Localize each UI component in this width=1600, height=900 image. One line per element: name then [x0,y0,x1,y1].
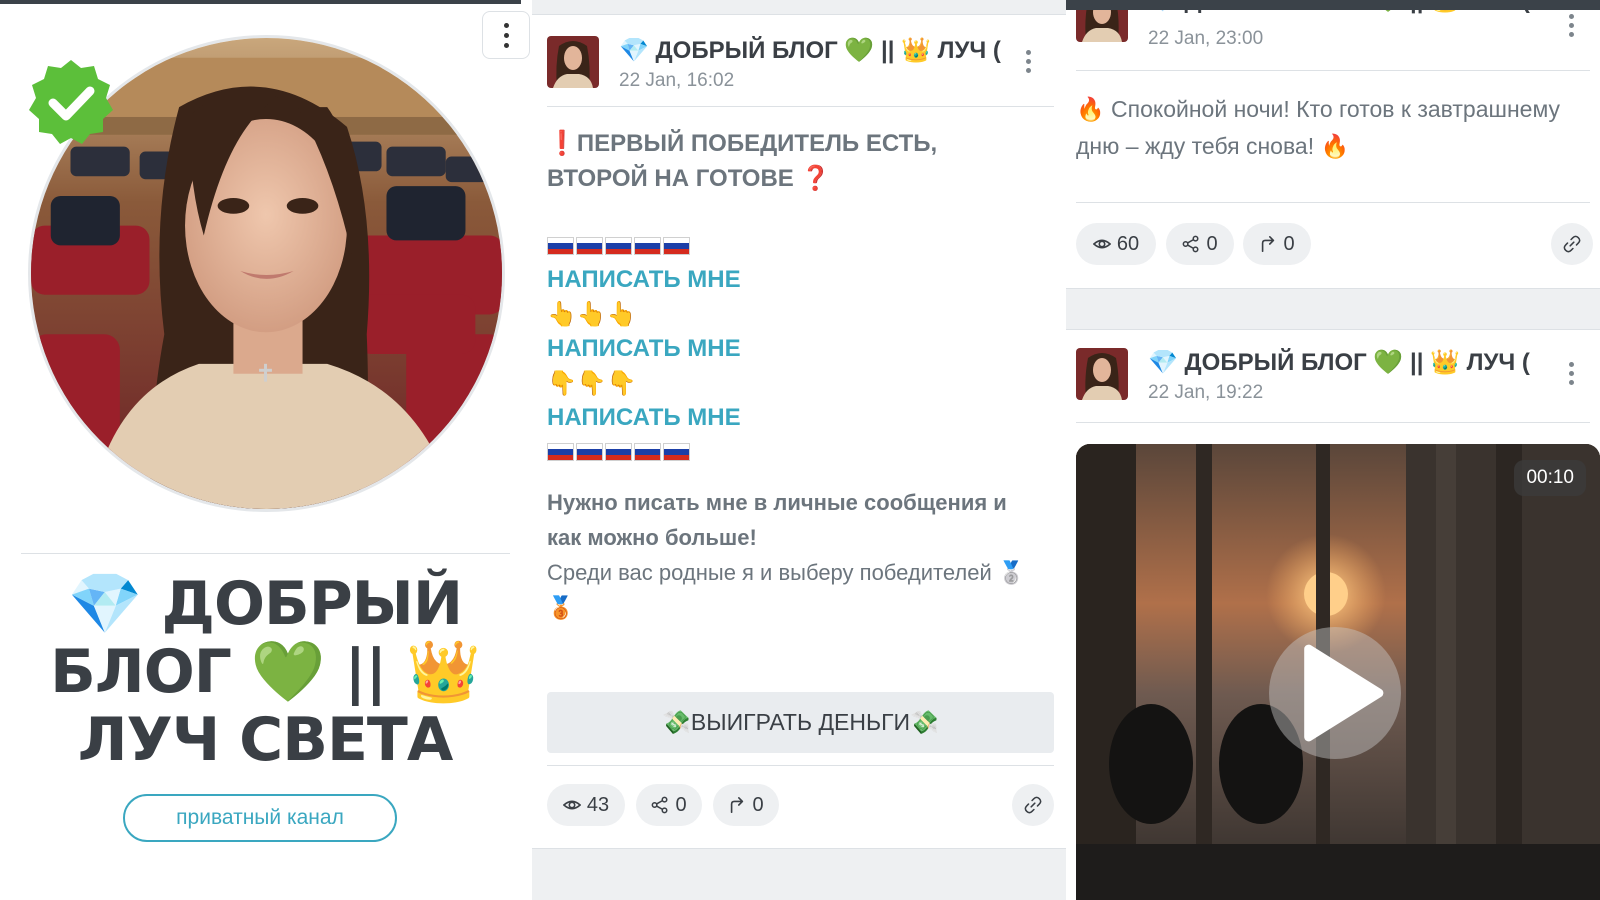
post-menu-kebab-icon[interactable] [1569,362,1575,385]
post-text: 🔥 Спокойной ночи! Кто готов к завтрашнем… [1076,96,1561,159]
video-player[interactable]: 00:10 [1076,444,1600,900]
views-counter[interactable]: 60 [1076,223,1156,265]
write-me-link[interactable]: НАПИСАТЬ МНЕ [547,332,1037,366]
views-counter[interactable]: 43 [547,784,625,826]
link-icon [1563,235,1581,253]
divider [547,765,1054,766]
shares-count: 0 [675,793,687,816]
write-me-link[interactable]: НАПИСАТЬ МНЕ [547,263,1037,297]
post-header: 💎 ДОБРЫЙ БЛОГ 💚 || 👑 ЛУЧ ( 22 Jan, 19:22 [1076,348,1576,404]
post-text: Среди вас родные я и выберу победителей … [547,560,1026,620]
russia-flag-icon [663,443,690,461]
russia-flag-icon [547,237,574,255]
share-icon [1183,235,1199,253]
verified-badge-icon [29,60,113,144]
shares-counter[interactable]: 0 [636,784,702,826]
avatar[interactable] [1076,348,1128,400]
private-channel-badge[interactable]: приватный канал [123,794,397,842]
russia-flag-icon [605,443,632,461]
forwards-count: 0 [1283,232,1295,255]
top-bar [0,0,521,4]
kebab-icon [503,22,509,28]
post-menu-kebab-icon[interactable] [1026,50,1032,73]
link-icon [1024,796,1042,814]
eye-icon [562,800,581,810]
play-button[interactable] [1269,627,1401,759]
russia-flag-icon [576,443,603,461]
views-count: 43 [586,793,610,816]
divider [21,553,510,554]
play-icon [1304,644,1384,742]
divider [1076,202,1590,203]
feed-gap [1066,288,1600,330]
avatar[interactable] [547,36,599,88]
copy-link-button[interactable] [1551,223,1593,265]
post-date: 22 Jan, 16:02 [619,70,735,91]
channel-profile-panel: 💎 ДОБРЫЙ БЛОГ 💚 || 👑 ЛУЧ СВЕТА приватный… [0,0,530,900]
share-icon [652,796,668,814]
post-headline: ❗ПЕРВЫЙ ПОБЕДИТЕЛЬ ЕСТЬ, ВТОРОЙ НА ГОТОВ… [547,130,938,192]
shares-counter[interactable]: 0 [1166,223,1234,265]
post-header: 💎 ДОБРЫЙ БЛОГ 💚 || 👑 ЛУЧ ( 22 Jan, 16:02 [547,36,1027,92]
forwards-count: 0 [752,793,764,816]
flags-row [547,229,1037,263]
forwards-counter[interactable]: 0 [713,784,779,826]
channel-menu-button[interactable] [482,11,530,59]
feed-gap [532,0,1066,15]
flags-row [547,435,1037,469]
post-panel: 💎 ДОБРЫЙ БЛОГ 💚 || 👑 ЛУЧ ( 22 Jan, 16:02… [532,0,1066,900]
post-date: 22 Jan, 19:22 [1148,382,1264,403]
pointing-down-icons: 👇👇👇 [547,370,637,397]
feed-panel: 💎 ДОБРЫЙ БЛОГ 💚 || 👑 ЛУЧ ( 22 Jan, 23:00… [1066,0,1600,900]
divider [547,106,1054,107]
shares-count: 0 [1206,232,1218,255]
post-bold-text: Нужно писать мне в личные сообщения и ка… [547,490,1007,550]
russia-flag-icon [663,237,690,255]
copy-link-button[interactable] [1012,784,1054,826]
divider [1076,70,1590,71]
russia-flag-icon [576,237,603,255]
russia-flag-icon [634,443,661,461]
russia-flag-icon [634,237,661,255]
forward-icon [1262,235,1275,253]
forwards-counter[interactable]: 0 [1243,223,1311,265]
post-body: ❗ПЕРВЫЙ ПОБЕДИТЕЛЬ ЕСТЬ, ВТОРОЙ НА ГОТОВ… [547,126,1037,625]
feed-gap [532,848,1066,900]
top-bar [1066,0,1600,10]
russia-flag-icon [605,237,632,255]
write-me-link[interactable]: НАПИСАТЬ МНЕ [547,401,1037,435]
win-money-button[interactable]: 💸ВЫИГРАТЬ ДЕНЬГИ💸 [547,692,1054,753]
video-duration: 00:10 [1514,460,1586,496]
post-date: 22 Jan, 23:00 [1148,28,1264,49]
post-author[interactable]: 💎 ДОБРЫЙ БЛОГ 💚 || 👑 ЛУЧ ( [619,36,1009,66]
views-count: 60 [1116,232,1140,255]
post-author[interactable]: 💎 ДОБРЫЙ БЛОГ 💚 || 👑 ЛУЧ ( [1148,348,1538,378]
pointing-up-icons: 👆👆👆 [547,301,637,328]
russia-flag-icon [547,443,574,461]
divider [1076,422,1590,423]
eye-icon [1092,239,1111,249]
forward-icon [731,796,744,814]
channel-title: 💎 ДОБРЫЙ БЛОГ 💚 || 👑 ЛУЧ СВЕТА [50,569,481,775]
post-menu-kebab-icon[interactable] [1569,14,1575,37]
